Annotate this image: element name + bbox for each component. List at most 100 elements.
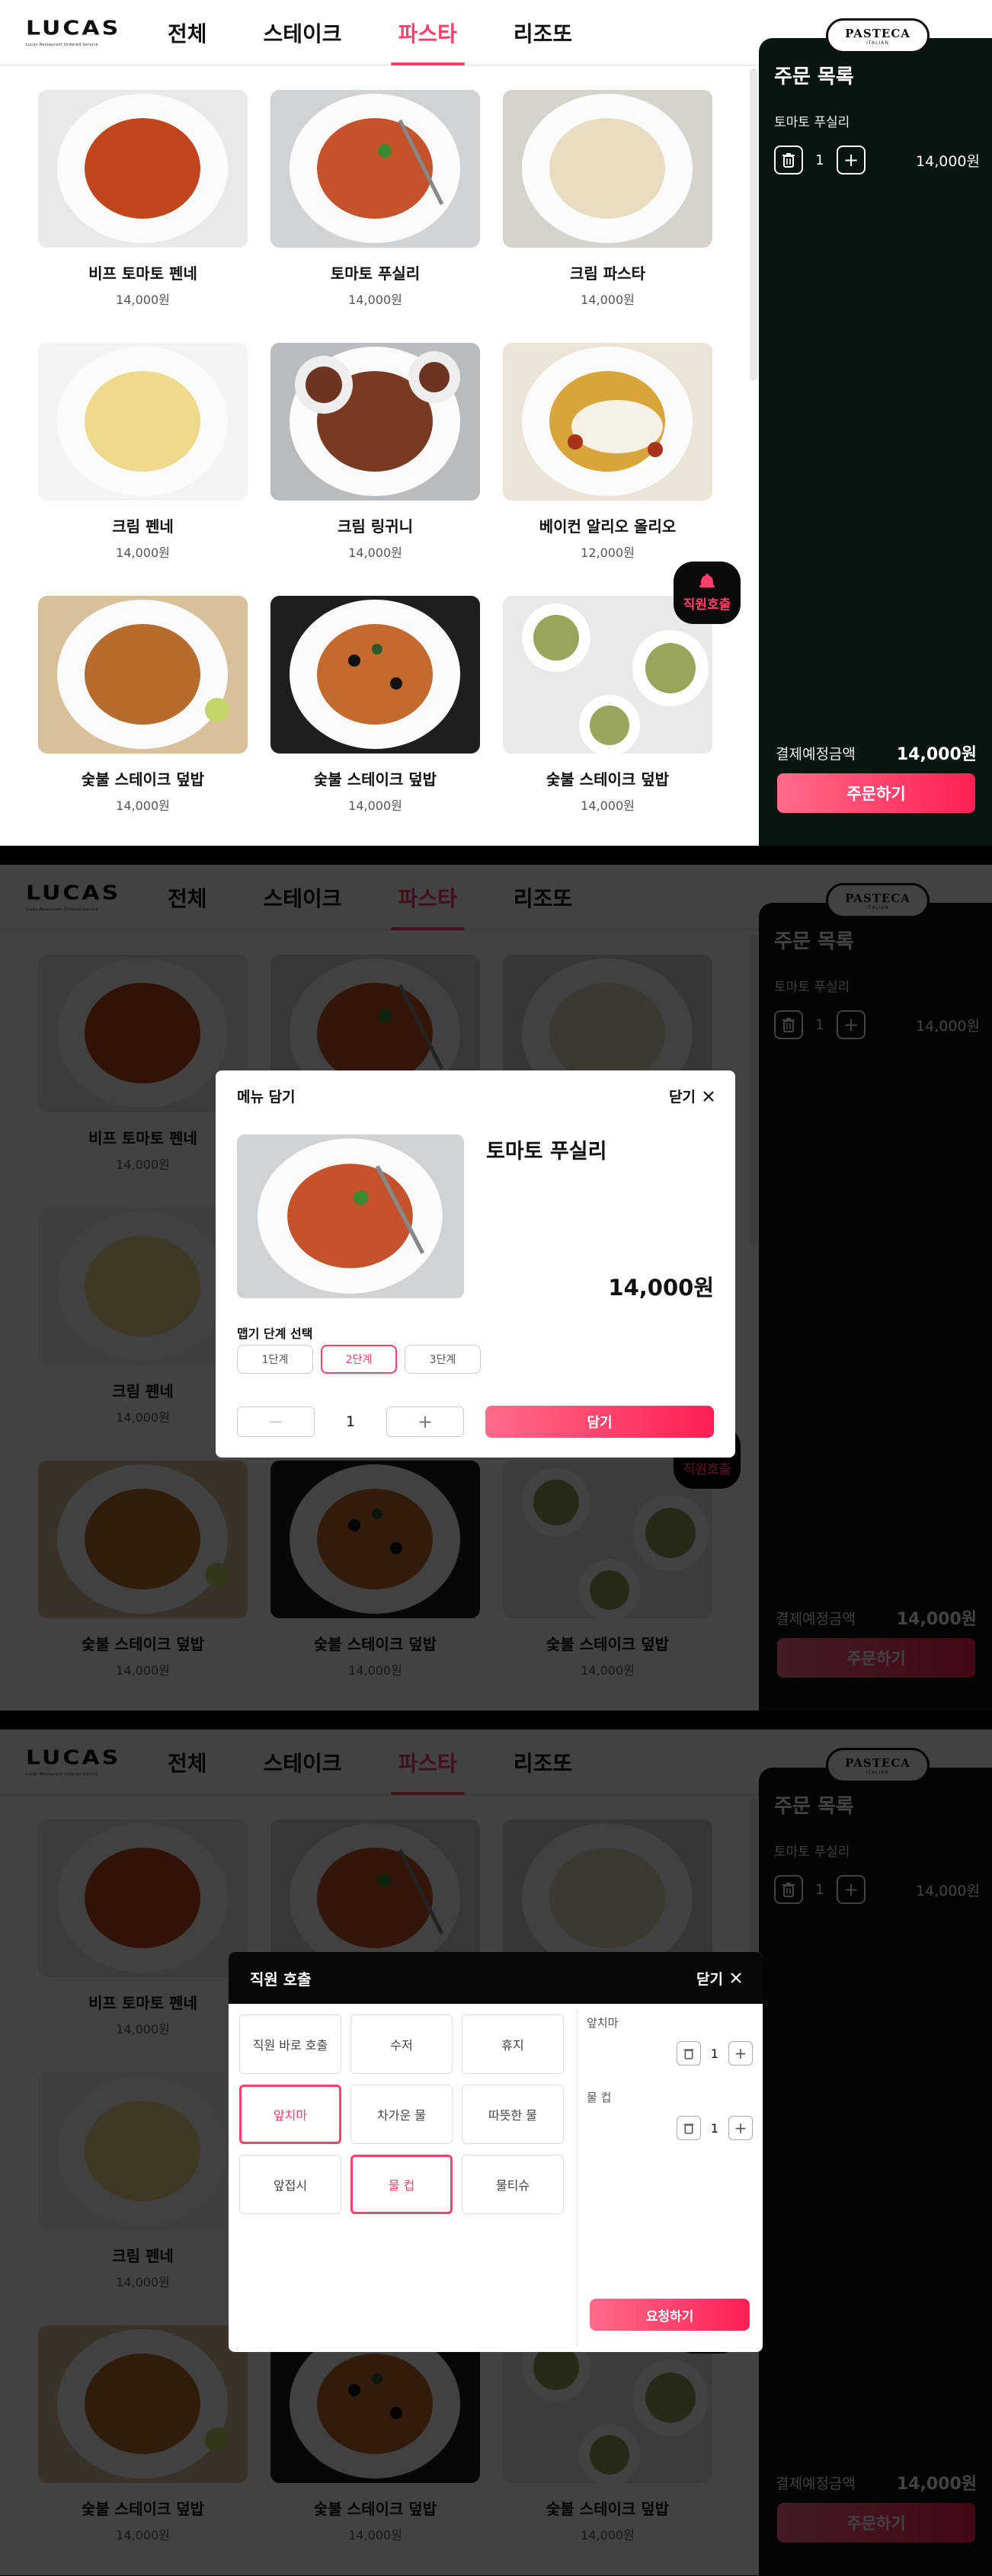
menu-photo [503, 90, 712, 248]
selected-request-item: 물 컵 1 + [587, 2089, 753, 2164]
payment-amount: 14,000원 [896, 745, 977, 764]
modal-title: 직원 호출 [250, 1970, 312, 1989]
increase-button[interactable]: + [728, 2116, 753, 2140]
spice-level-1[interactable]: 1단계 [237, 1345, 313, 1374]
screen-menu: LUCAS Lucas Restaurant Ordered Service 전… [0, 0, 992, 846]
plus-icon: + [734, 2044, 747, 2062]
trash-icon [683, 2123, 694, 2134]
menu-card[interactable]: 숯불 스테이크 덮밥 14,000원 [270, 596, 480, 814]
delete-button[interactable] [774, 146, 803, 174]
trash-icon [683, 2049, 694, 2059]
decrease-button[interactable]: − [237, 1406, 315, 1437]
staff-call-label: 직원호출 [683, 597, 731, 613]
menu-name: 숯불 스테이크 덮밥 [313, 770, 437, 789]
payment-summary: 결제예정금액 14,000원 [776, 741, 977, 765]
increase-button[interactable]: + [837, 146, 866, 174]
tab-pasta[interactable]: 파스타 [383, 0, 472, 66]
menu-name: 크림 파스타 [570, 264, 645, 283]
lucas-logo[interactable]: LUCAS Lucas Restaurant Ordered Service [26, 19, 120, 47]
badge-text: PASTECA [845, 26, 910, 40]
request-option[interactable]: 수저 [350, 2014, 453, 2074]
menu-name: 크림 펜네 [112, 517, 174, 536]
logo-subtitle: Lucas Restaurant Ordered Service [26, 43, 98, 47]
menu-card[interactable]: 크림 링귀니 14,000원 [270, 343, 480, 561]
request-option[interactable]: 물 컵 [350, 2155, 453, 2214]
tab-all[interactable]: 전체 [152, 0, 222, 66]
menu-card[interactable]: 크림 펜네 14,000원 [38, 343, 248, 561]
screen-add-menu-modal: LUCAS Lucas Restaurant Ordered Service 전… [0, 865, 992, 1710]
selected-request-item: 앞치마 1 + [587, 2014, 753, 2089]
screen-staff-call-modal: LUCAS Lucas Restaurant Ordered Service 전… [0, 1730, 992, 2575]
spice-level-2[interactable]: 2단계 [321, 1345, 397, 1374]
menu-price: 14,000원 [348, 798, 402, 813]
modal-menu-price: 14,000원 [608, 1275, 714, 1301]
menu-scrollbar[interactable] [750, 69, 757, 381]
menu-photo [270, 343, 480, 501]
request-option[interactable]: 차가운 물 [350, 2085, 453, 2144]
request-name: 물 컵 [587, 2091, 612, 2104]
menu-price: 14,000원 [116, 798, 170, 813]
order-item-price: 14,000원 [916, 152, 980, 170]
request-name: 앞치마 [587, 2016, 619, 2030]
modal-title: 메뉴 담기 [237, 1089, 296, 1106]
order-item-name: 토마토 푸실리 [774, 115, 850, 130]
menu-card[interactable]: 숯불 스테이크 덮밥 14,000원 [503, 596, 712, 814]
order-panel: 주문 목록 토마토 푸실리 1 + 14,000원 결제예정금액 14,000원… [759, 38, 992, 846]
staff-call-button[interactable]: 직원호출 [674, 562, 741, 624]
request-option[interactable]: 물티슈 [462, 2155, 564, 2214]
spice-level-label: 맵기 단계 선택 [237, 1326, 313, 1341]
menu-name: 숯불 스테이크 덮밥 [81, 770, 205, 789]
menu-photo [503, 343, 712, 501]
request-option[interactable]: 앞접시 [239, 2155, 341, 2214]
menu-price: 12,000원 [581, 546, 635, 560]
payment-label: 결제예정금액 [776, 745, 856, 763]
menu-price: 14,000원 [116, 546, 170, 560]
add-to-cart-button[interactable]: 담기 [485, 1406, 714, 1438]
spice-level-3[interactable]: 3단계 [405, 1345, 481, 1374]
top-header: LUCAS Lucas Restaurant Ordered Service 전… [0, 0, 759, 66]
increase-button[interactable]: + [728, 2041, 753, 2066]
menu-price: 14,000원 [348, 546, 402, 560]
menu-card[interactable]: 숯불 스테이크 덮밥 14,000원 [38, 596, 248, 814]
request-option[interactable]: 앞치마 [239, 2085, 341, 2144]
request-qty: 1 [710, 2046, 719, 2061]
menu-price: 14,000원 [581, 293, 635, 307]
menu-card[interactable]: 비프 토마토 펜네 14,000원 [38, 90, 248, 308]
close-button[interactable]: 닫기 [696, 1968, 741, 1989]
close-label: 닫기 [696, 1970, 723, 1988]
menu-photo [38, 343, 248, 501]
staff-call-modal: 직원 호출 닫기 직원 바로 호출 수저 휴지 앞치마 차가운 물 따뜻한 물 앞접시 물 컵… [229, 1952, 763, 2352]
order-panel-title: 주문 목록 [774, 66, 854, 88]
close-button[interactable]: 닫기 [669, 1086, 714, 1106]
delete-button[interactable] [677, 2041, 701, 2066]
tab-steak[interactable]: 스테이크 [248, 0, 357, 66]
menu-name: 비프 토마토 펜네 [88, 264, 197, 283]
menu-name: 크림 링귀니 [338, 517, 413, 536]
request-option[interactable]: 직원 바로 호출 [239, 2014, 341, 2074]
request-button[interactable]: 요청하기 [590, 2299, 750, 2331]
menu-photo [38, 596, 248, 754]
request-option[interactable]: 따뜻한 물 [462, 2085, 564, 2144]
tab-risotto[interactable]: 리조또 [498, 0, 587, 66]
badge-subtext: ITALIAN [866, 40, 889, 46]
add-menu-modal: 메뉴 담기 닫기 토마토 푸실리 14,000원 맵기 단계 선택 1단계 2단… [216, 1070, 735, 1458]
request-qty: 1 [710, 2120, 719, 2136]
menu-card[interactable]: 크림 파스타 14,000원 [503, 90, 712, 308]
increase-button[interactable]: + [386, 1406, 464, 1437]
modal-menu-name: 토마토 푸실리 [486, 1140, 607, 1163]
menu-name: 베이컨 알리오 올리오 [539, 517, 677, 536]
menu-photo [270, 90, 480, 248]
quantity-value: 1 [345, 1413, 356, 1430]
bell-icon [699, 573, 715, 587]
order-item-qty: 1 [815, 152, 824, 168]
spice-level-options: 1단계 2단계 3단계 [237, 1345, 481, 1374]
request-option[interactable]: 휴지 [462, 2014, 564, 2074]
delete-button[interactable] [677, 2116, 701, 2140]
menu-name: 토마토 푸실리 [330, 264, 421, 283]
menu-card[interactable]: 베이컨 알리오 올리오 12,000원 [503, 343, 712, 561]
order-button[interactable]: 주문하기 [777, 773, 975, 813]
menu-photo [237, 1134, 464, 1298]
menu-price: 14,000원 [581, 798, 635, 813]
menu-photo [38, 90, 248, 248]
menu-card[interactable]: 토마토 푸실리 14,000원 [270, 90, 480, 308]
